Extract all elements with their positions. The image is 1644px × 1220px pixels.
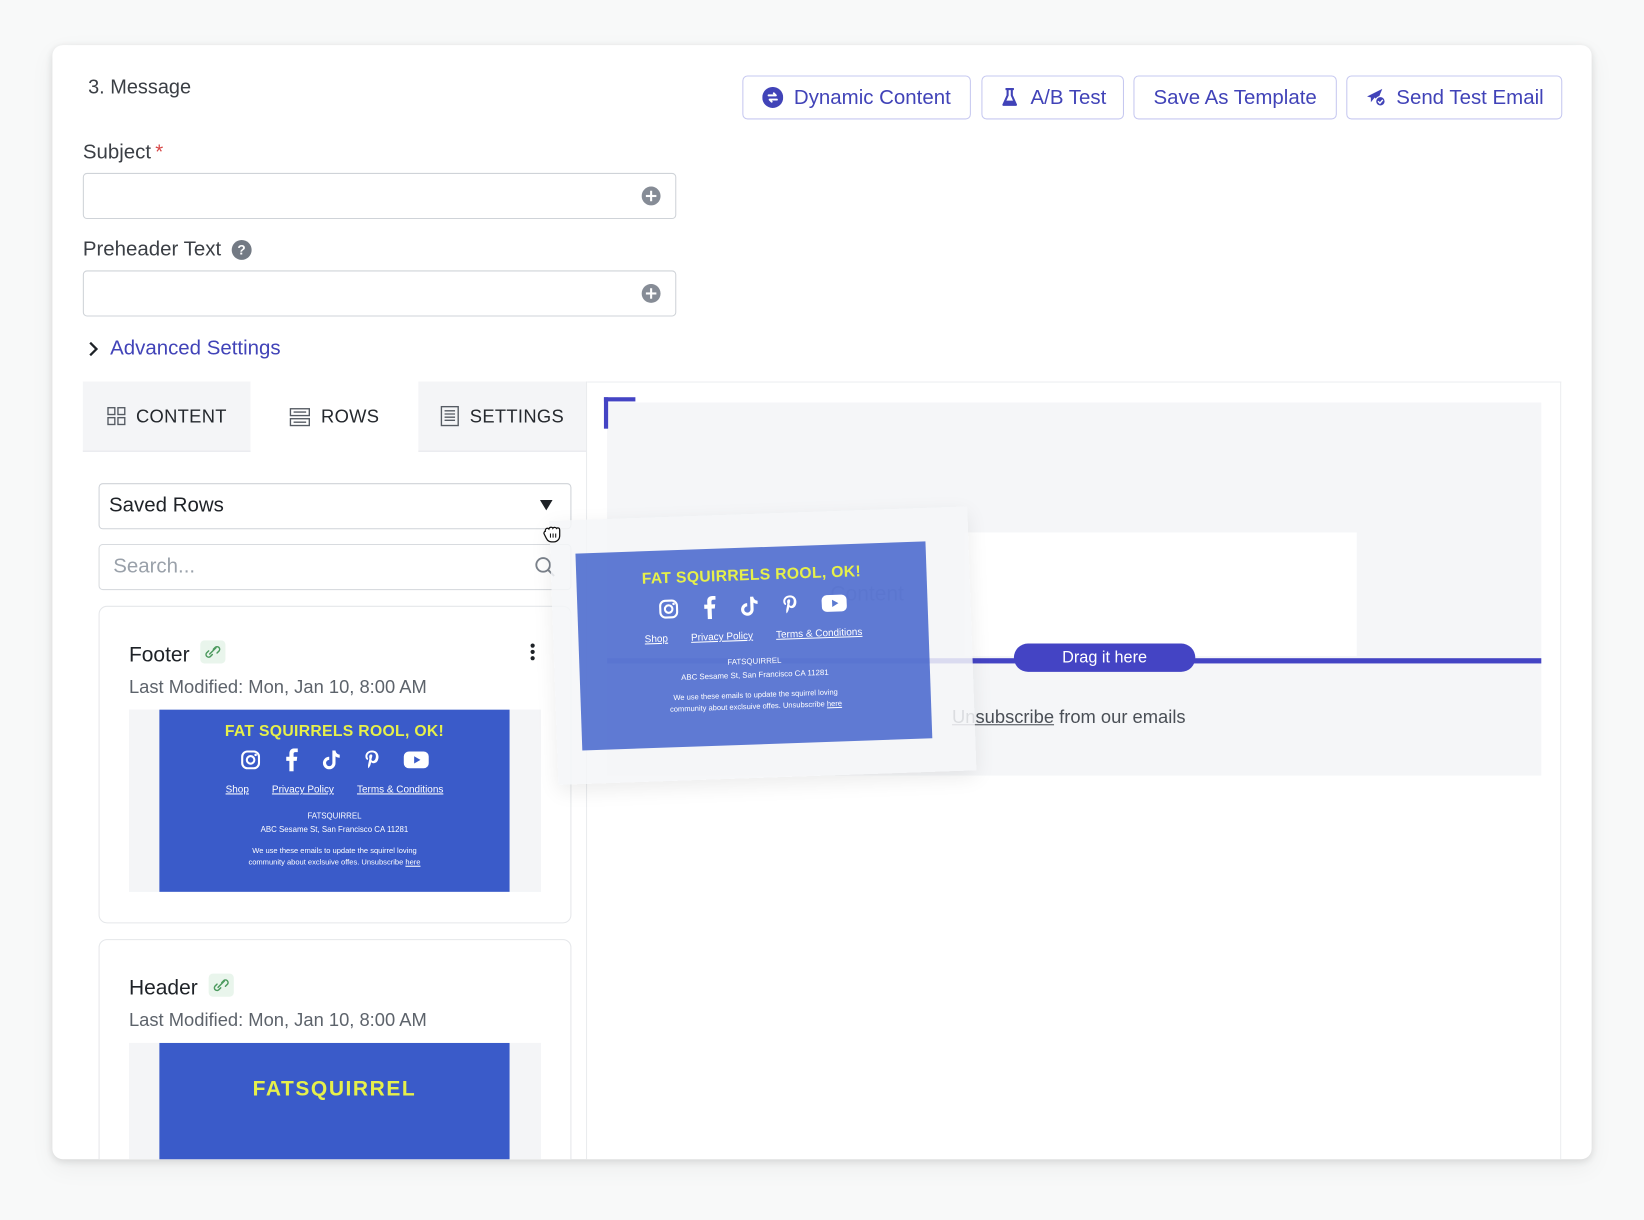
document-icon: [440, 405, 459, 427]
saved-row-title-text: Footer: [128, 643, 190, 667]
social-icons: [159, 748, 509, 772]
flask-icon: [1002, 88, 1017, 106]
grid-icon: [106, 407, 126, 426]
preview-address: ABC Sesame St, San Francisco CA 11281: [260, 824, 409, 835]
youtube-icon: [403, 751, 429, 769]
rows-search-input[interactable]: Search...: [98, 543, 572, 591]
row-source-value: Saved Rows: [109, 493, 224, 517]
saved-row-title: Header: [128, 973, 234, 1001]
link-icon: [208, 973, 234, 997]
header-preview: FATSQUIRREL: [159, 1042, 510, 1160]
tab-rows-label: ROWS: [321, 405, 380, 427]
saved-row-modified: Last Modified: Mon, Jan 10, 8:00 AM: [128, 1009, 427, 1031]
note-link: here: [826, 698, 843, 709]
youtube-icon: [821, 594, 847, 612]
dragged-links: Shop Privacy Policy Terms & Conditions: [578, 624, 928, 648]
preview-headline: FATSQUIRREL: [252, 1077, 417, 1101]
dragged-footer-preview: FAT SQUIRRELS ROOL, OK! Shop Privacy Pol…: [575, 541, 933, 751]
pinterest-icon: [783, 595, 797, 614]
send-test-email-button[interactable]: Send Test Email: [1346, 75, 1563, 120]
saved-row-card[interactable]: Header Last Modified: Mon, Jan 10, 8:00 …: [98, 939, 572, 1160]
swap-circle-icon: [762, 86, 784, 108]
saved-row-modified: Last Modified: Mon, Jan 10, 8:00 AM: [128, 676, 427, 697]
search-placeholder: Search...: [113, 554, 196, 578]
selection-corner: [603, 397, 636, 429]
link-icon: [200, 640, 226, 664]
dynamic-content-label: Dynamic Content: [793, 85, 951, 109]
caret-down-icon: [539, 499, 553, 511]
subject-label-text: Subject: [82, 140, 152, 164]
tiktok-icon: [741, 596, 758, 616]
help-icon[interactable]: ?: [231, 240, 252, 260]
link-terms: Terms & Conditions: [356, 783, 444, 796]
saved-row-card[interactable]: Footer Last Modified: Mon, Jan 10, 8:00 …: [98, 605, 572, 924]
send-check-icon: [1366, 88, 1386, 107]
dynamic-content-button[interactable]: Dynamic Content: [742, 75, 971, 120]
facebook-icon: [704, 595, 716, 620]
rows-icon: [289, 407, 311, 426]
advanced-settings-label: Advanced Settings: [110, 336, 281, 360]
note-text: community about exclsuive offes. Unsubsc…: [248, 857, 404, 867]
dragged-headline: FAT SQUIRRELS ROOL, OK!: [641, 562, 862, 588]
preview-headline: FAT SQUIRRELS ROOL, OK!: [224, 722, 445, 740]
tab-settings-label: SETTINGS: [469, 405, 565, 427]
row-preview: FATSQUIRREL: [128, 1042, 542, 1160]
more-vertical-icon[interactable]: [529, 642, 535, 661]
link-shop: Shop: [644, 633, 669, 646]
tab-content[interactable]: CONTENT: [82, 381, 251, 452]
save-as-template-button[interactable]: Save As Template: [1133, 75, 1337, 120]
tab-rows[interactable]: ROWS: [250, 381, 419, 452]
send-test-email-label: Send Test Email: [1396, 85, 1544, 109]
message-card: 3. Message Dynamic Content A/B Test Save…: [52, 45, 1592, 1160]
tab-content-label: CONTENT: [135, 405, 227, 427]
preheader-label: Preheader Text?: [83, 238, 252, 262]
ab-test-button[interactable]: A/B Test: [981, 75, 1124, 120]
save-as-template-label: Save As Template: [1153, 85, 1317, 109]
row-source-select[interactable]: Saved Rows: [98, 483, 572, 530]
instagram-icon: [241, 750, 261, 770]
content-block: [964, 532, 1357, 657]
row-preview: FAT SQUIRRELS ROOL, OK! Shop Privacy Pol…: [128, 709, 542, 892]
note-link: here: [405, 857, 421, 867]
ab-test-label: A/B Test: [1030, 85, 1107, 109]
facebook-icon: [286, 748, 298, 772]
instagram-icon: [659, 599, 679, 619]
preheader-input[interactable]: [82, 270, 677, 317]
subject-input[interactable]: [82, 172, 677, 220]
advanced-settings-toggle[interactable]: Advanced Settings: [87, 336, 281, 360]
link-privacy: Privacy Policy: [690, 630, 754, 644]
insert-personalization-icon[interactable]: [641, 186, 661, 206]
unsubscribe-text: Unsubscribe from our emails: [952, 706, 1186, 728]
subject-label: Subject *: [83, 140, 163, 164]
grab-cursor-icon: [543, 526, 561, 543]
chevron-right-icon: [89, 341, 99, 356]
builder-tabs: CONTENT ROWS SETTINGS: [82, 381, 587, 452]
dragged-social-icons: [577, 589, 928, 624]
saved-row-title: Footer: [128, 640, 226, 667]
unsubscribe-rest: from our emails: [1054, 706, 1186, 728]
required-mark: *: [155, 140, 164, 164]
drop-target-label[interactable]: Drag it here: [1013, 643, 1196, 672]
tab-settings[interactable]: SETTINGS: [418, 381, 587, 452]
preview-brand: FATSQUIRREL: [307, 811, 362, 821]
footer-links: Shop Privacy Policy Terms & Conditions: [159, 784, 509, 796]
saved-row-title-text: Header: [128, 976, 198, 1000]
insert-personalization-icon[interactable]: [641, 284, 661, 303]
link-shop: Shop: [225, 783, 249, 796]
preheader-label-text: Preheader Text: [82, 237, 222, 261]
tiktok-icon: [322, 750, 340, 770]
preview-note-line1: We use these emails to update the squirr…: [252, 845, 417, 856]
link-privacy: Privacy Policy: [271, 783, 334, 796]
section-title: 3. Message: [88, 76, 192, 99]
pinterest-icon: [365, 750, 379, 769]
footer-preview: FAT SQUIRRELS ROOL, OK! Shop Privacy Pol…: [159, 709, 510, 892]
link-terms: Terms & Conditions: [775, 626, 863, 641]
preview-note-line2: community about exclsuive offes. Unsubsc…: [159, 857, 509, 866]
dragged-row-ghost[interactable]: FAT SQUIRRELS ROOL, OK! Shop Privacy Pol…: [549, 506, 977, 785]
